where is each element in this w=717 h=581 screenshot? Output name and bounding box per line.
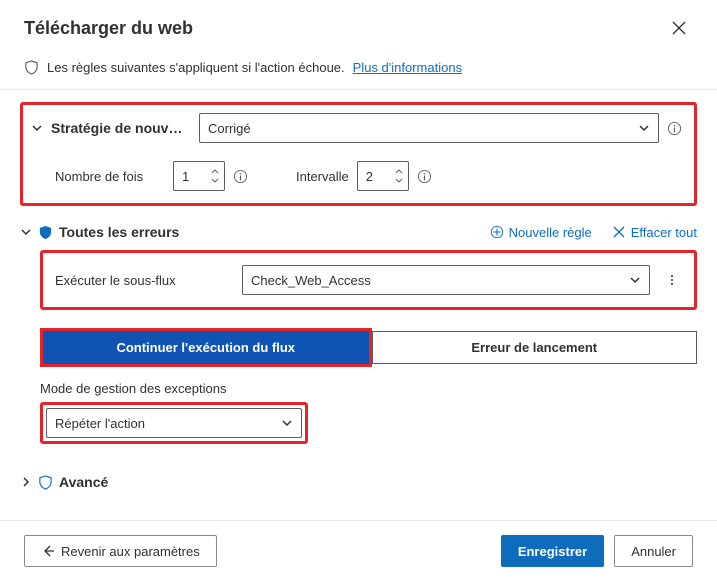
clear-icon [612,225,626,239]
info-icon[interactable] [667,121,682,136]
shield-icon [38,475,53,490]
interval-value: 2 [366,169,373,184]
retry-strategy-section: Stratégie de nouv… Corrigé Nombre de foi… [20,102,697,206]
close-icon [672,21,686,35]
info-link[interactable]: Plus d'informations [353,60,462,75]
clear-all-button[interactable]: Effacer tout [612,225,697,240]
retries-label: Nombre de fois [55,169,165,184]
exception-tabs: Continuer l'exécution du flux Erreur de … [40,328,697,367]
chevron-right-icon [20,476,32,488]
plus-circle-icon [490,225,504,239]
back-button[interactable]: Revenir aux paramètres [24,535,217,567]
shield-icon [24,60,39,75]
close-button[interactable] [665,14,693,42]
chevron-down-icon[interactable] [210,176,220,184]
chevron-down-icon [629,274,641,286]
exception-mode-label: Mode de gestion des exceptions [40,381,697,396]
subflow-row: Exécuter le sous-flux Check_Web_Access [40,250,697,310]
tab-throw[interactable]: Erreur de lancement [372,331,698,364]
strategy-label: Stratégie de nouv… [51,120,191,136]
interval-stepper[interactable]: 2 [357,161,409,191]
chevron-up-icon[interactable] [210,168,220,176]
info-icon[interactable] [417,169,432,184]
chevron-up-icon[interactable] [394,168,404,176]
save-button[interactable]: Enregistrer [501,535,604,567]
tab-continue[interactable]: Continuer l'exécution du flux [43,331,369,364]
dialog-footer: Revenir aux paramètres Enregistrer Annul… [0,520,717,581]
errors-title: Toutes les erreurs [59,224,470,240]
info-icon[interactable] [233,169,248,184]
back-label: Revenir aux paramètres [61,544,200,559]
arrow-left-icon [41,544,55,558]
shield-filled-icon [38,225,53,240]
retries-value: 1 [182,169,189,184]
exception-mode-dropdown[interactable]: Répéter l'action [46,408,302,438]
retries-stepper[interactable]: 1 [173,161,225,191]
new-rule-label: Nouvelle règle [509,225,592,240]
cancel-button[interactable]: Annuler [614,535,693,567]
subflow-label: Exécuter le sous-flux [55,273,230,288]
subflow-value: Check_Web_Access [251,273,371,288]
exception-mode-value: Répéter l'action [55,416,145,431]
strategy-value: Corrigé [208,121,251,136]
strategy-dropdown[interactable]: Corrigé [199,113,659,143]
more-actions-button[interactable] [662,275,682,285]
dialog-header: Télécharger du web [0,0,717,52]
chevron-down-icon [281,417,293,429]
interval-label: Intervalle [296,169,349,184]
info-bar: Les règles suivantes s'appliquent si l'a… [0,52,717,90]
chevron-down-icon[interactable] [31,122,43,134]
errors-section: Toutes les erreurs Nouvelle règle Efface… [20,224,697,444]
chevron-down-icon[interactable] [20,226,32,238]
advanced-section-toggle[interactable]: Avancé [20,474,697,490]
advanced-title: Avancé [59,474,108,490]
chevron-down-icon [638,122,650,134]
chevron-down-icon[interactable] [394,176,404,184]
subflow-dropdown[interactable]: Check_Web_Access [242,265,650,295]
clear-all-label: Effacer tout [631,225,697,240]
info-text: Les règles suivantes s'appliquent si l'a… [47,60,345,75]
new-rule-button[interactable]: Nouvelle règle [490,225,592,240]
dialog-title: Télécharger du web [24,18,193,39]
